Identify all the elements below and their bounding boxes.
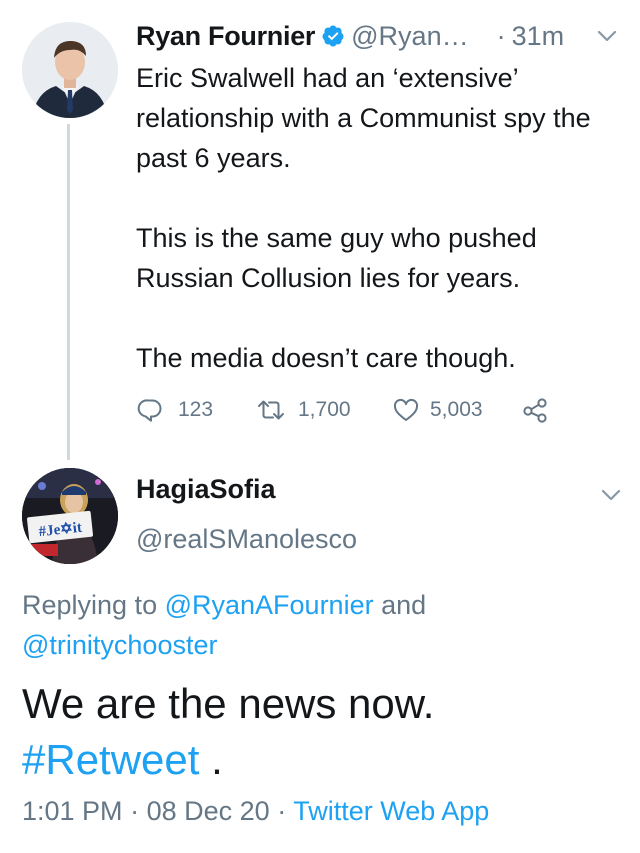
hagiasofia-avatar[interactable]: #Je✡it xyxy=(22,468,118,564)
parent-tweet-header: Ryan Fournier @Ryan… · 31m xyxy=(136,18,626,54)
tweet-time[interactable]: 1:01 PM xyxy=(22,796,123,826)
reply-icon xyxy=(137,399,162,422)
replying-and: and xyxy=(373,590,427,620)
ryan-fournier-avatar[interactable] xyxy=(22,22,118,118)
reply-author-name[interactable]: HagiaSofia xyxy=(136,474,276,505)
reply-author-handle[interactable]: @realSManolesco xyxy=(136,524,357,555)
replying-prefix: Replying to xyxy=(22,590,165,620)
tweet-text-paragraph: Eric Swalwell had an ‘extensive’ relatio… xyxy=(136,63,591,173)
separator-dot: · xyxy=(130,796,140,826)
reply-count: 123 xyxy=(178,398,214,421)
separator-dot: · xyxy=(496,20,506,51)
author-handle[interactable]: @Ryan… xyxy=(351,21,468,52)
like-button[interactable]: 5,003 xyxy=(392,396,520,424)
tweet-text-paragraph: The media doesn’t care though. xyxy=(136,343,516,373)
retweet-button[interactable]: 1,700 xyxy=(256,396,392,424)
tweet-text-paragraph: This is the same guy who pushed Russian … xyxy=(136,223,537,293)
share-icon xyxy=(523,398,547,423)
tweet-timestamp[interactable]: 31m xyxy=(512,21,565,52)
tweet-metadata: 1:01 PM · 08 Dec 20 · Twitter Web App xyxy=(22,796,489,827)
chevron-down-icon[interactable] xyxy=(596,28,618,44)
chevron-down-icon[interactable] xyxy=(600,487,622,503)
tweet-source-link[interactable]: Twitter Web App xyxy=(293,796,489,826)
reply-text-line: We are the news now. xyxy=(22,680,435,727)
share-button[interactable] xyxy=(520,395,550,425)
parent-tweet-text: Eric Swalwell had an ‘extensive’ relatio… xyxy=(136,58,616,378)
like-count: 5,003 xyxy=(430,398,483,421)
reply-button[interactable]: 123 xyxy=(136,396,256,424)
thread-connector-line xyxy=(67,124,70,460)
replying-to-context: Replying to @RyanAFournier and @trinityc… xyxy=(22,585,622,665)
parent-tweet[interactable]: Ryan Fournier @Ryan… · 31m Eric Swalwell… xyxy=(136,18,626,378)
retweet-count: 1,700 xyxy=(298,398,351,421)
hashtag-link[interactable]: #Retweet xyxy=(22,736,199,783)
author-name[interactable]: Ryan Fournier xyxy=(136,21,315,52)
heart-icon xyxy=(393,398,419,421)
separator-dot: · xyxy=(277,796,287,826)
mention-link[interactable]: @RyanAFournier xyxy=(165,590,374,620)
retweet-icon xyxy=(258,400,284,420)
reply-text-suffix: . xyxy=(199,736,223,783)
verified-badge-icon xyxy=(322,25,344,47)
tweet-date[interactable]: 08 Dec 20 xyxy=(147,796,270,826)
reply-tweet-text: We are the news now. #Retweet . xyxy=(22,676,622,788)
mention-link[interactable]: @trinitychooster xyxy=(22,630,217,660)
tweet-action-bar: 123 1,700 5,003 xyxy=(136,392,550,428)
